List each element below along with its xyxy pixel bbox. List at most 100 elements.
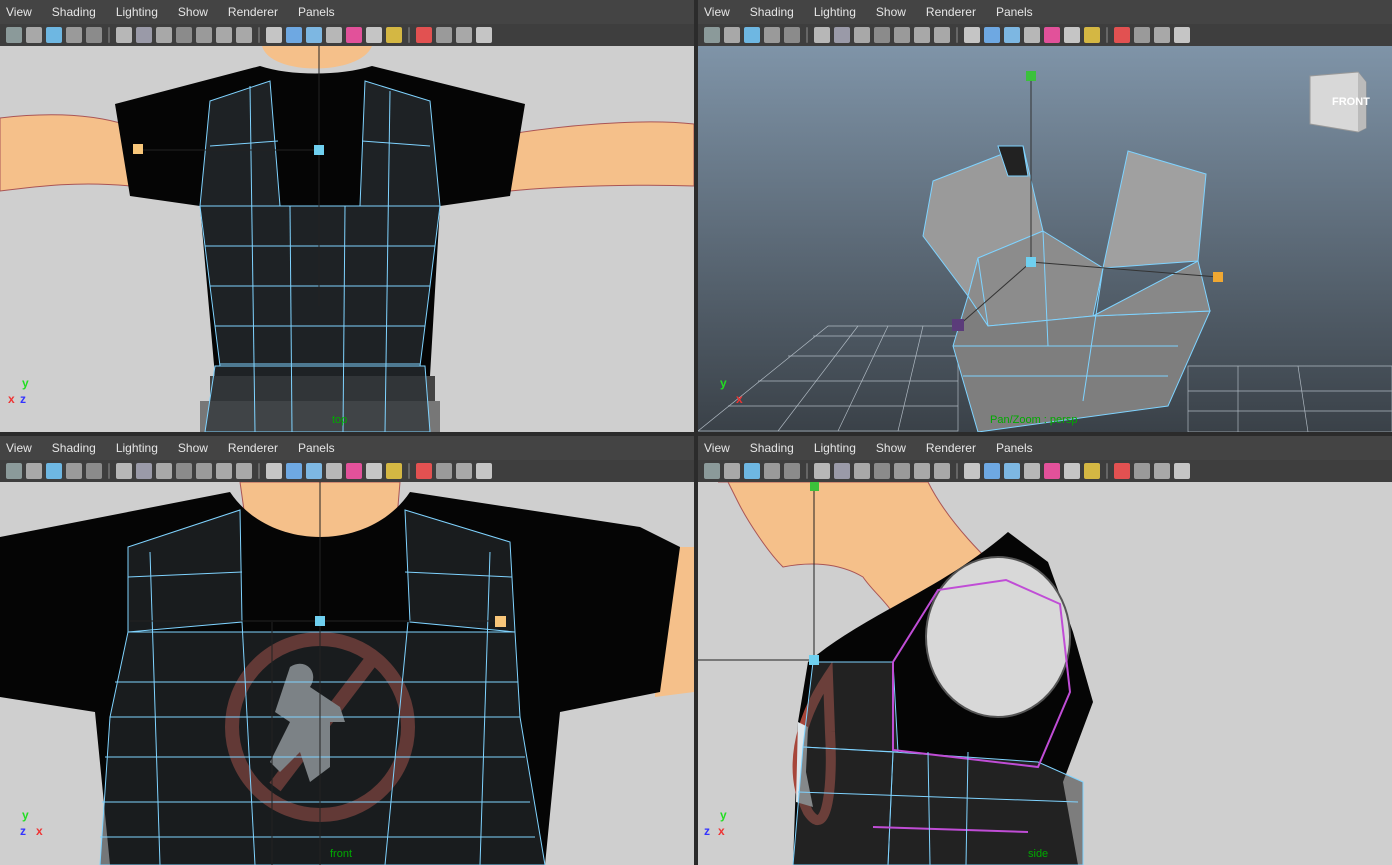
menu-view[interactable]: View [704, 441, 730, 455]
select-camera-icon[interactable] [6, 27, 22, 43]
menu-shading[interactable]: Shading [750, 5, 794, 19]
xray-components-icon[interactable] [1174, 463, 1190, 479]
menu-lighting[interactable]: Lighting [814, 5, 856, 19]
bookmarks-icon[interactable] [66, 27, 82, 43]
safe-title-icon[interactable] [934, 27, 950, 43]
resolution-gate-icon[interactable] [156, 463, 172, 479]
xray-joints-icon[interactable] [456, 463, 472, 479]
shadows-icon[interactable] [366, 463, 382, 479]
lock-camera-icon[interactable] [26, 463, 42, 479]
use-all-lights-icon[interactable] [1044, 27, 1060, 43]
menu-renderer[interactable]: Renderer [926, 441, 976, 455]
smooth-shade-icon[interactable] [984, 27, 1000, 43]
menu-lighting[interactable]: Lighting [814, 441, 856, 455]
menu-lighting[interactable]: Lighting [116, 5, 158, 19]
move-handle-z[interactable] [952, 319, 964, 331]
lock-camera-icon[interactable] [724, 27, 740, 43]
pivot-handle[interactable] [1026, 257, 1036, 267]
pivot-handle[interactable] [314, 145, 324, 155]
menu-view[interactable]: View [704, 5, 730, 19]
viewport-canvas[interactable]: side y z x [698, 482, 1392, 865]
menu-panels[interactable]: Panels [996, 441, 1033, 455]
camera-attributes-icon[interactable] [46, 27, 62, 43]
film-gate-icon[interactable] [136, 463, 152, 479]
wireframe-icon[interactable] [964, 27, 980, 43]
xray-joints-icon[interactable] [1154, 27, 1170, 43]
viewport-side[interactable]: View Shading Lighting Show Renderer Pane… [698, 436, 1392, 865]
menu-lighting[interactable]: Lighting [116, 441, 158, 455]
menu-show[interactable]: Show [178, 441, 208, 455]
film-gate-icon[interactable] [834, 463, 850, 479]
isolate-select-icon[interactable] [416, 463, 432, 479]
smooth-shade-icon[interactable] [984, 463, 1000, 479]
lock-camera-icon[interactable] [26, 27, 42, 43]
ambient-occlusion-icon[interactable] [386, 463, 402, 479]
viewport-persp[interactable]: View Shading Lighting Show Renderer Pane… [698, 0, 1392, 432]
pivot-handle[interactable] [809, 655, 819, 665]
safe-title-icon[interactable] [236, 463, 252, 479]
xray-components-icon[interactable] [476, 27, 492, 43]
wireframe-icon[interactable] [266, 463, 282, 479]
move-handle-x[interactable] [495, 616, 506, 627]
move-handle-x[interactable] [133, 144, 143, 154]
menu-show[interactable]: Show [178, 5, 208, 19]
viewport-canvas[interactable]: FRONT Pan/Zoom : persp y x [698, 46, 1392, 432]
image-plane-icon[interactable] [86, 463, 102, 479]
flat-shade-icon[interactable] [1004, 27, 1020, 43]
move-handle-y[interactable] [1026, 71, 1036, 81]
gate-mask-icon[interactable] [176, 27, 192, 43]
menu-shading[interactable]: Shading [52, 441, 96, 455]
isolate-select-icon[interactable] [416, 27, 432, 43]
safe-title-icon[interactable] [934, 463, 950, 479]
xray-icon[interactable] [436, 463, 452, 479]
shadows-icon[interactable] [366, 27, 382, 43]
flat-shade-icon[interactable] [1004, 463, 1020, 479]
gate-mask-icon[interactable] [874, 27, 890, 43]
flat-shade-icon[interactable] [306, 463, 322, 479]
image-plane-icon[interactable] [784, 463, 800, 479]
xray-joints-icon[interactable] [1154, 463, 1170, 479]
field-chart-icon[interactable] [196, 463, 212, 479]
menu-view[interactable]: View [6, 441, 32, 455]
menu-panels[interactable]: Panels [298, 5, 335, 19]
ambient-occlusion-icon[interactable] [1084, 27, 1100, 43]
shadows-icon[interactable] [1064, 463, 1080, 479]
menu-shading[interactable]: Shading [52, 5, 96, 19]
flat-shade-icon[interactable] [306, 27, 322, 43]
grid-icon[interactable] [814, 27, 830, 43]
menu-panels[interactable]: Panels [996, 5, 1033, 19]
move-handle-x[interactable] [1213, 272, 1223, 282]
use-all-lights-icon[interactable] [346, 27, 362, 43]
grid-icon[interactable] [814, 463, 830, 479]
menu-show[interactable]: Show [876, 5, 906, 19]
field-chart-icon[interactable] [196, 27, 212, 43]
safe-action-icon[interactable] [216, 463, 232, 479]
wireframe-icon[interactable] [266, 27, 282, 43]
bookmarks-icon[interactable] [764, 27, 780, 43]
image-plane-icon[interactable] [86, 27, 102, 43]
xray-icon[interactable] [1134, 27, 1150, 43]
textured-icon[interactable] [326, 27, 342, 43]
isolate-select-icon[interactable] [1114, 463, 1130, 479]
xray-icon[interactable] [1134, 463, 1150, 479]
menu-show[interactable]: Show [876, 441, 906, 455]
safe-title-icon[interactable] [236, 27, 252, 43]
select-camera-icon[interactable] [704, 463, 720, 479]
bookmarks-icon[interactable] [66, 463, 82, 479]
resolution-gate-icon[interactable] [854, 463, 870, 479]
camera-attributes-icon[interactable] [46, 463, 62, 479]
xray-joints-icon[interactable] [456, 27, 472, 43]
use-all-lights-icon[interactable] [346, 463, 362, 479]
menu-view[interactable]: View [6, 5, 32, 19]
film-gate-icon[interactable] [136, 27, 152, 43]
viewport-canvas[interactable]: front y z x [0, 482, 694, 865]
xray-icon[interactable] [436, 27, 452, 43]
textured-icon[interactable] [326, 463, 342, 479]
lock-camera-icon[interactable] [724, 463, 740, 479]
field-chart-icon[interactable] [894, 27, 910, 43]
select-camera-icon[interactable] [6, 463, 22, 479]
pivot-handle[interactable] [315, 616, 325, 626]
image-plane-icon[interactable] [784, 27, 800, 43]
safe-action-icon[interactable] [914, 27, 930, 43]
viewport-front[interactable]: View Shading Lighting Show Renderer Pane… [0, 436, 694, 865]
